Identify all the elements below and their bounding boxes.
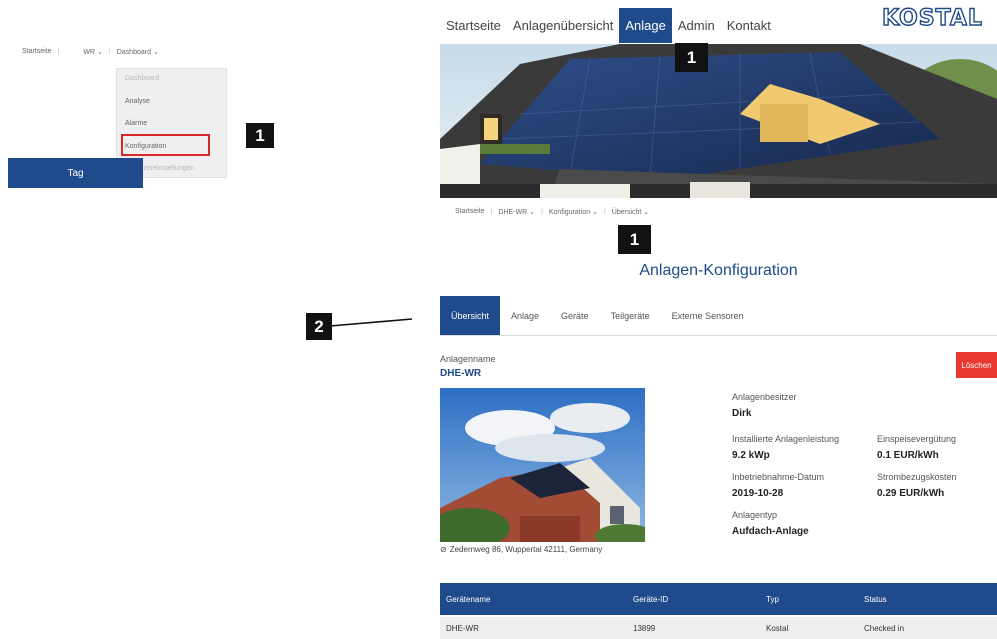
column-header[interactable]: Gerätename bbox=[446, 583, 490, 615]
nav-admin[interactable]: Admin bbox=[672, 8, 721, 43]
callout-badge-2: 2 bbox=[306, 313, 332, 340]
plant-photo bbox=[440, 388, 645, 542]
nav-startseite[interactable]: Startseite bbox=[440, 8, 507, 43]
table-row[interactable]: DHE-WR 13899 Kostal Checked in bbox=[440, 617, 997, 639]
tab-uebersicht[interactable]: Übersicht bbox=[440, 296, 501, 335]
owner-value: Dirk bbox=[732, 408, 752, 419]
commission-date-label: Inbetriebnahme-Datum bbox=[732, 472, 825, 482]
callout-line bbox=[330, 318, 413, 327]
config-tabs: Übersicht Anlage Geräte Teilgeräte Exter… bbox=[440, 296, 997, 336]
tab-geraete[interactable]: Geräte bbox=[550, 296, 600, 335]
nav-anlage[interactable]: Anlage bbox=[619, 8, 672, 43]
power-cost-label: Strombezugskosten bbox=[877, 472, 957, 482]
callout-badge: 1 bbox=[675, 43, 708, 72]
mini-menu-item-alarme[interactable]: Alarme bbox=[117, 120, 226, 127]
callout-badge: 1 bbox=[618, 225, 651, 254]
mini-nav-wr[interactable]: WR ⌄ bbox=[83, 48, 103, 56]
commission-date-value: 2019-10-28 bbox=[732, 488, 784, 499]
brand-logo[interactable]: KOSTAL bbox=[881, 5, 983, 31]
highlight-box bbox=[121, 134, 210, 156]
power-cost-value: 0.29 EUR/kWh bbox=[877, 488, 945, 499]
nav-separator: | bbox=[108, 48, 111, 55]
plant-name-value: DHE-WR bbox=[440, 368, 482, 379]
top-navigation: Startseite Anlagenübersicht Anlage Admin… bbox=[440, 8, 777, 43]
mini-nav-home[interactable]: Startseite bbox=[22, 48, 52, 56]
tab-externe-sensoren[interactable]: Externe Sensoren bbox=[661, 296, 755, 335]
breadcrumb-uebersicht[interactable]: Übersicht ⌄ bbox=[612, 208, 649, 216]
breadcrumb-home[interactable]: Startseite bbox=[455, 208, 485, 216]
plant-type-value: Aufdach-Anlage bbox=[732, 526, 809, 537]
nav-separator: | bbox=[490, 208, 493, 215]
address-text: Zedernweg 86, Wuppertal 42111, Germany bbox=[449, 545, 603, 554]
chevron-down-icon: ⌄ bbox=[592, 209, 598, 216]
column-header[interactable]: Geräte-ID bbox=[633, 583, 668, 615]
mini-menu-item-dashboard[interactable]: Dashboard bbox=[117, 75, 226, 82]
device-name-cell: DHE-WR bbox=[446, 623, 479, 633]
chevron-down-icon: ⌄ bbox=[97, 49, 103, 56]
table-header: Gerätename Geräte-ID Typ Status bbox=[440, 583, 997, 615]
location-icon: ⊘ bbox=[440, 545, 447, 554]
chevron-down-icon: ⌄ bbox=[152, 49, 159, 56]
plant-name-label: Anlagenname bbox=[440, 354, 496, 364]
device-id-cell: 13899 bbox=[633, 623, 656, 633]
page-title: Anlagen-Konfiguration bbox=[639, 262, 798, 279]
mini-tag-button[interactable]: Tag bbox=[8, 158, 143, 188]
callout-badge: 1 bbox=[246, 123, 274, 148]
power-value: 9.2 kWp bbox=[732, 450, 770, 461]
plant-address: ⊘ Zedernweg 86, Wuppertal 42111, Germany bbox=[440, 545, 602, 554]
owner-label: Anlagenbesitzer bbox=[732, 392, 797, 402]
column-header[interactable]: Status bbox=[864, 583, 887, 615]
feedin-label: Einspeisevergütung bbox=[877, 434, 957, 444]
mini-nav: Startseite | WR ⌄ | Dashboard ⌄ bbox=[22, 48, 159, 56]
breadcrumb: Startseite | DHE-WR ⌄ | Konfiguration ⌄ … bbox=[455, 208, 649, 216]
power-label: Installierte Anlagenleistung bbox=[732, 434, 840, 444]
breadcrumb-konfiguration[interactable]: Konfiguration ⌄ bbox=[549, 208, 598, 216]
nav-separator: | bbox=[603, 208, 606, 215]
breadcrumb-device[interactable]: DHE-WR ⌄ bbox=[498, 208, 535, 216]
feedin-value: 0.1 EUR/kWh bbox=[877, 450, 939, 461]
nav-separator: | bbox=[541, 208, 543, 215]
plant-type-label: Anlagentyp bbox=[732, 510, 778, 520]
device-status-cell: Checked in bbox=[864, 623, 905, 633]
column-header[interactable]: Typ bbox=[766, 583, 779, 615]
mini-nav-dashboard[interactable]: Dashboard ⌄ bbox=[117, 48, 159, 56]
delete-button[interactable]: Löschen bbox=[956, 352, 997, 378]
hero-image bbox=[440, 44, 997, 198]
nav-anlagenuebersicht[interactable]: Anlagenübersicht bbox=[507, 8, 619, 43]
tab-teilgeraete[interactable]: Teilgeräte bbox=[600, 296, 661, 335]
device-type-cell: Kostal bbox=[766, 623, 789, 633]
mini-menu-item-analyse[interactable]: Analyse bbox=[117, 98, 226, 105]
tab-anlage[interactable]: Anlage bbox=[500, 296, 550, 335]
nav-separator: | bbox=[57, 48, 60, 55]
chevron-down-icon: ⌄ bbox=[643, 209, 650, 216]
nav-kontakt[interactable]: Kontakt bbox=[721, 8, 777, 43]
chevron-down-icon: ⌄ bbox=[529, 209, 536, 216]
